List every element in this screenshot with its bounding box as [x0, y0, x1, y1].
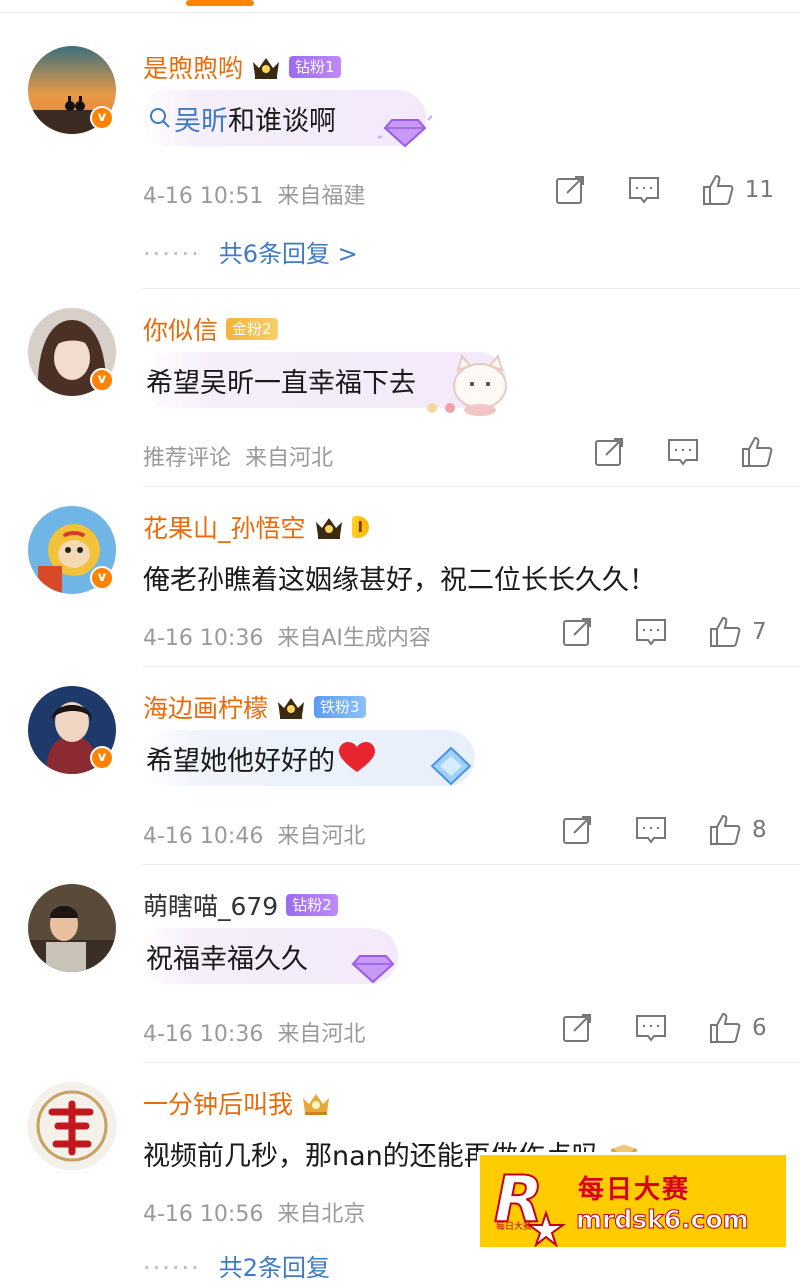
username[interactable]: 一分钟后叫我 — [143, 1085, 293, 1121]
comment-body: 希望吴昕一直幸福下去 — [146, 367, 416, 399]
divider — [143, 1062, 800, 1063]
diamond-decoration — [346, 942, 400, 986]
watermark-banner: R 每日大赛 每日大赛 mrdsk6.com — [477, 1152, 789, 1250]
comment-time: 4-16 10:56 — [143, 1202, 264, 1227]
diamond-decoration — [426, 742, 476, 788]
comment-icon[interactable] — [634, 1011, 668, 1045]
fan-badge[interactable]: 铁粉3 — [314, 696, 366, 718]
comment-time: 4-16 10:36 — [143, 626, 264, 651]
divider — [143, 486, 800, 487]
tab-indicator — [186, 0, 254, 6]
fan-badge[interactable]: 金粉2 — [226, 318, 278, 340]
like-count: 7 — [752, 619, 767, 645]
comment-body: 和谁谈啊 — [228, 105, 336, 137]
like-count: 8 — [752, 817, 767, 843]
replies-link[interactable]: ······ 共6条回复 > — [143, 234, 358, 269]
top-divider — [0, 12, 800, 13]
verified-icon: v — [90, 746, 114, 770]
replies-label[interactable]: 共6条回复 > — [219, 240, 358, 268]
comment-time: 推荐评论 — [143, 446, 232, 471]
username[interactable]: 花果山_孙悟空 — [143, 509, 306, 545]
share-icon[interactable] — [592, 435, 626, 469]
divider — [143, 666, 800, 667]
share-icon[interactable] — [553, 173, 587, 207]
username[interactable]: 你似信 — [143, 311, 218, 347]
comment-location: 来自河北 — [245, 446, 334, 471]
watermark-url: mrdsk6.com — [576, 1205, 750, 1235]
like-icon[interactable] — [708, 1011, 742, 1045]
comment-location: 来自北京 — [277, 1202, 366, 1227]
comment-icon[interactable] — [634, 615, 668, 649]
fan-badge[interactable]: 钻粉1 — [289, 56, 341, 78]
username[interactable]: 海边画柠檬 — [143, 689, 268, 725]
username[interactable]: 萌瞎喵_679 — [143, 887, 278, 923]
comment-text: 俺老孙瞧着这姻缘甚好，祝二位长长久久！ — [143, 565, 656, 596]
diamond-decoration — [377, 106, 433, 150]
comment-time: 4-16 10:46 — [143, 824, 264, 849]
cat-sticker-decoration — [420, 346, 520, 418]
comment-icon[interactable] — [627, 173, 661, 207]
watermark-logo: R — [493, 1162, 567, 1247]
verified-icon: v — [90, 368, 114, 392]
comment-time: 4-16 10:51 — [143, 184, 264, 209]
like-count: 6 — [752, 1015, 767, 1041]
divider — [143, 288, 800, 289]
comment-location: 来自河北 — [277, 1022, 366, 1047]
watermark-title: 每日大赛 — [578, 1175, 691, 1205]
divider — [143, 864, 800, 865]
comment-body: 希望她他好好的 — [146, 745, 335, 777]
topic-link[interactable]: 吴昕 — [174, 99, 228, 138]
verified-icon: v — [90, 106, 114, 130]
crown-icon — [301, 1090, 331, 1116]
comment-text: 希望她他好好的 — [140, 730, 475, 786]
crown-icon — [314, 514, 344, 540]
like-icon[interactable] — [708, 813, 742, 847]
comment-location: 来自福建 — [277, 184, 366, 209]
comment-time: 4-16 10:36 — [143, 1022, 264, 1047]
username[interactable]: 是煦煦哟 — [143, 49, 243, 85]
crown-icon — [276, 694, 306, 720]
search-icon — [148, 106, 172, 130]
comment-icon[interactable] — [634, 813, 668, 847]
watermark-logo-caption: 每日大赛 — [496, 1222, 533, 1232]
avatar[interactable] — [28, 884, 116, 972]
like-count: 11 — [744, 177, 774, 203]
heart-emoji — [339, 742, 375, 774]
avatar[interactable] — [28, 1082, 116, 1170]
share-icon[interactable] — [560, 615, 594, 649]
share-icon[interactable] — [560, 813, 594, 847]
like-icon[interactable] — [708, 615, 742, 649]
fan-badge[interactable]: I — [351, 516, 370, 538]
crown-icon — [251, 54, 281, 80]
share-icon[interactable] — [560, 1011, 594, 1045]
replies-label[interactable]: 共2条回复 — [219, 1254, 330, 1282]
comment-location: 来自AI生成内容 — [277, 626, 431, 651]
like-icon[interactable] — [701, 173, 735, 207]
comment-icon[interactable] — [666, 435, 700, 469]
comment-location: 来自河北 — [277, 824, 366, 849]
fan-badge[interactable]: 钻粉2 — [286, 894, 338, 916]
verified-icon: v — [90, 566, 114, 590]
replies-link[interactable]: ······ 共2条回复 — [143, 1248, 330, 1283]
like-icon[interactable] — [740, 435, 774, 469]
comment-body: 祝福幸福久久 — [146, 943, 308, 975]
